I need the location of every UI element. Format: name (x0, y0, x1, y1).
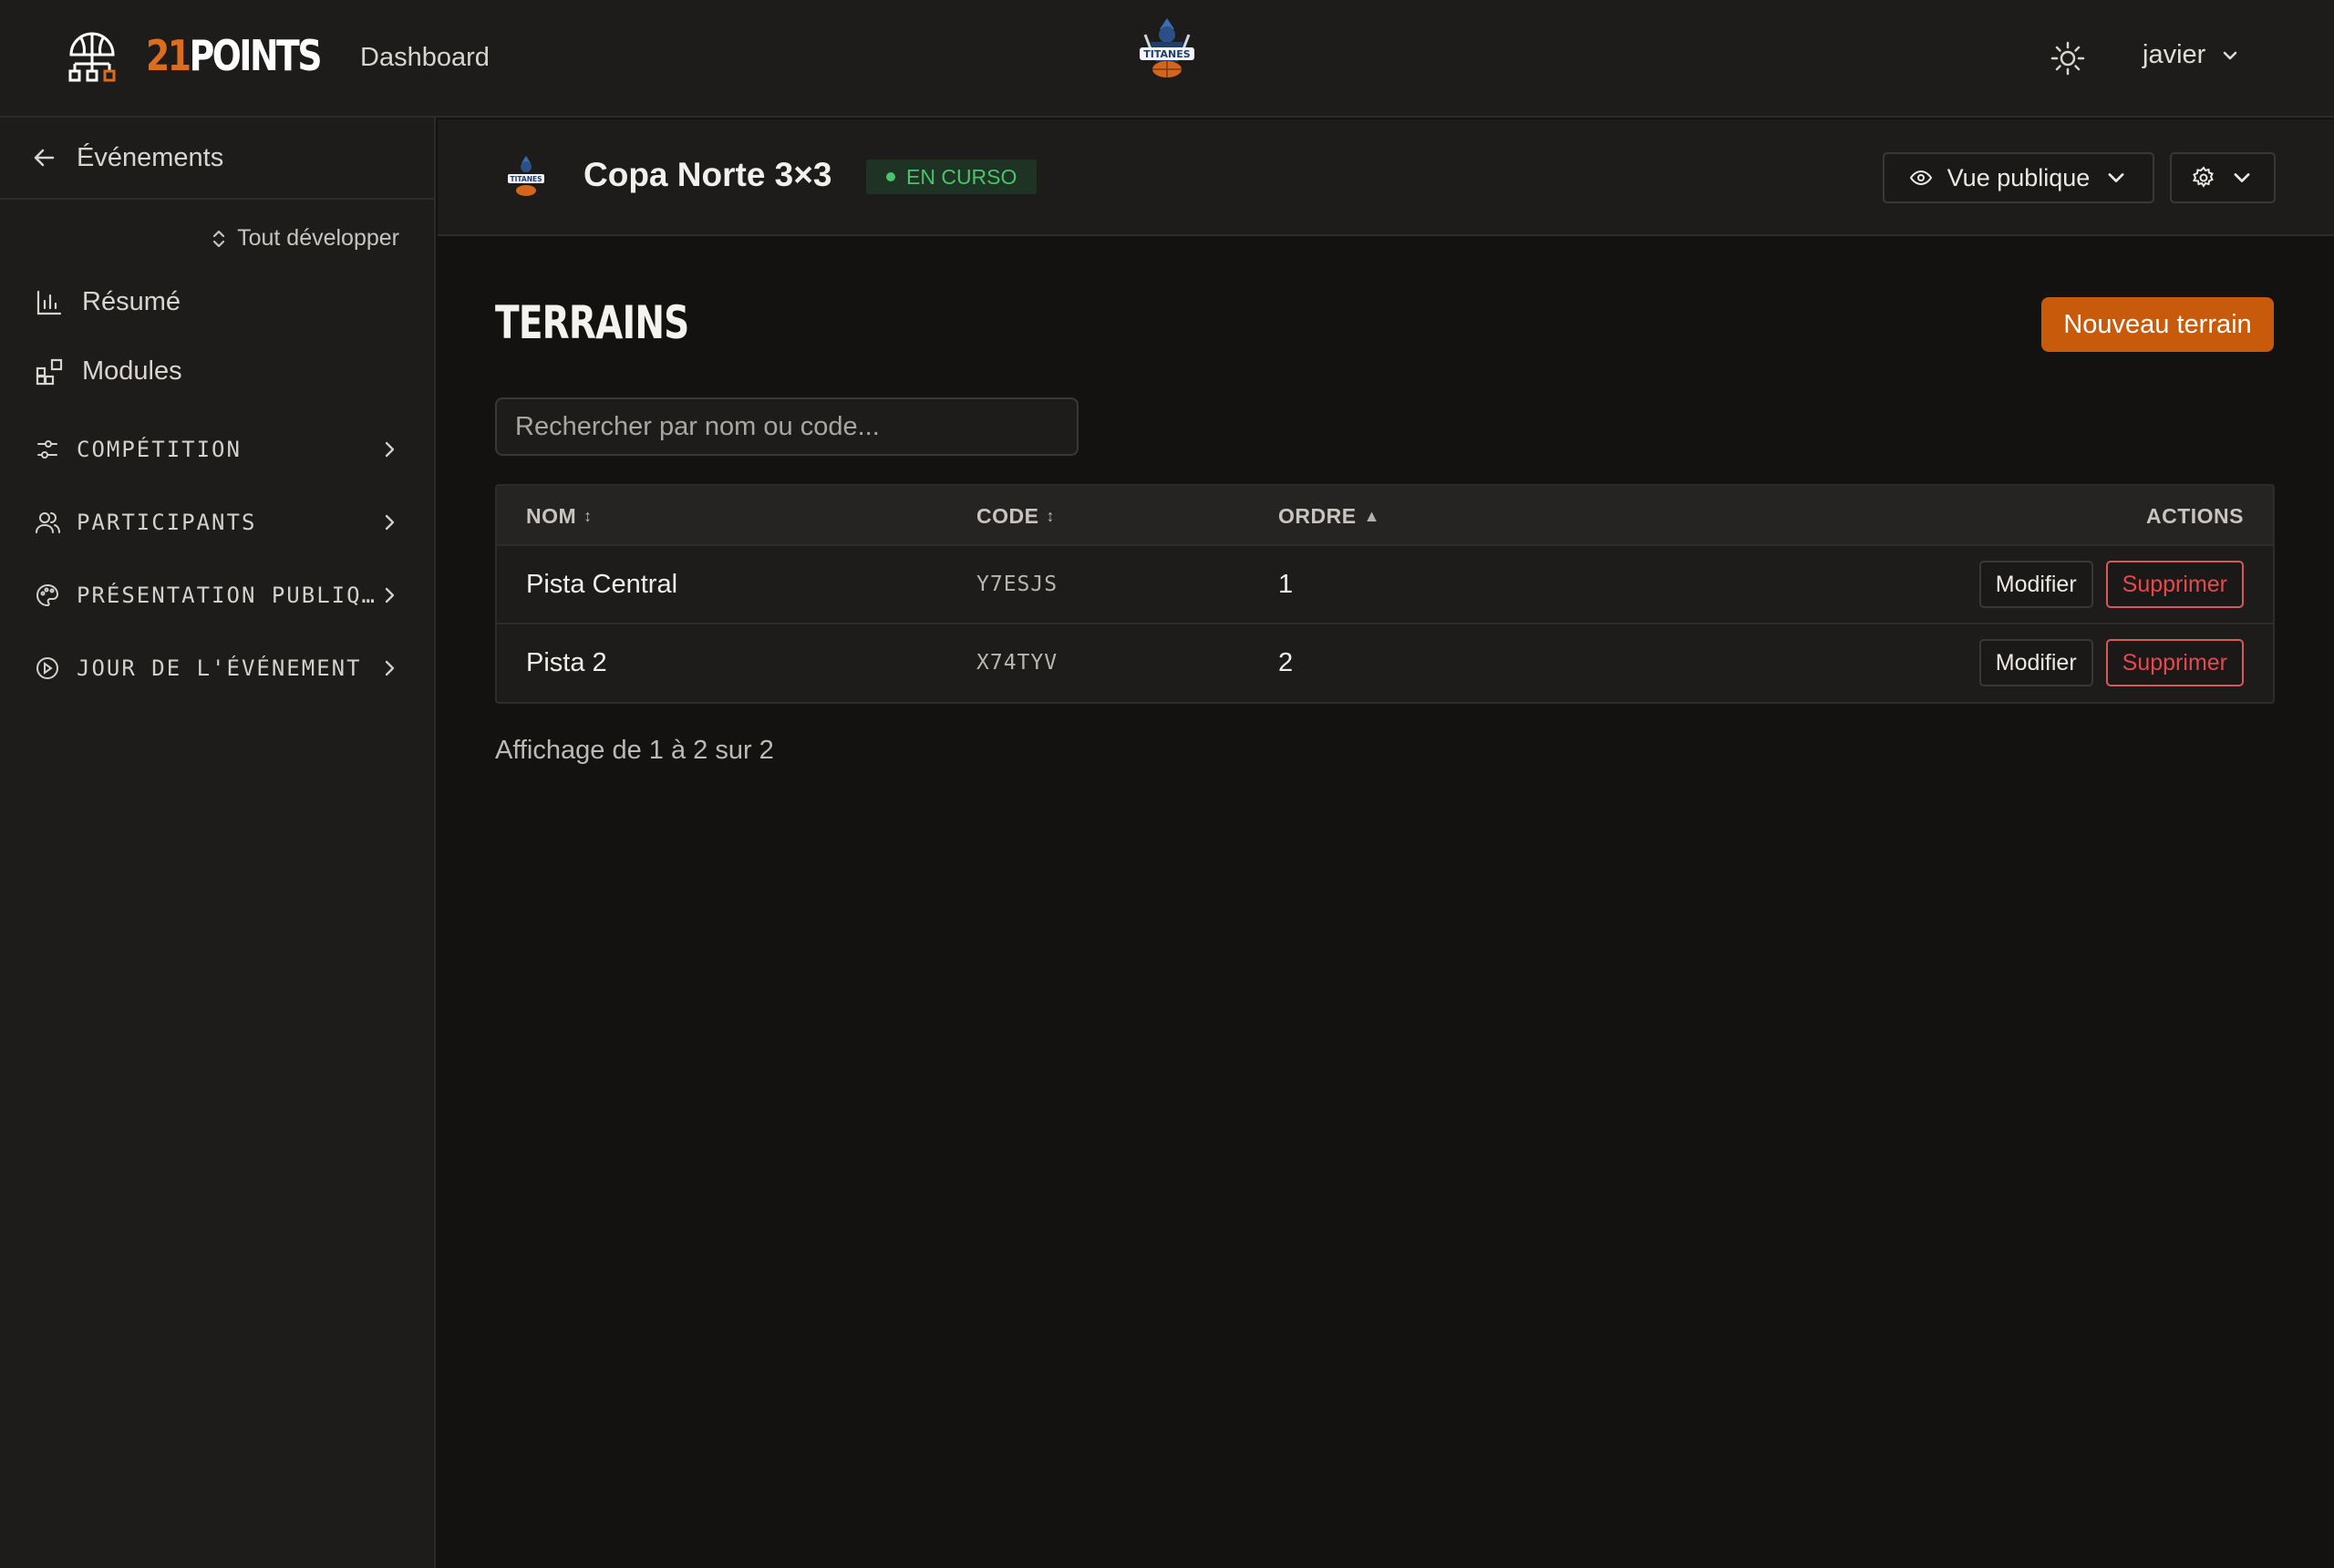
chevron-right-icon (385, 587, 395, 603)
bar-chart-icon (36, 290, 62, 315)
sidebar-item-modules[interactable]: Modules (35, 356, 182, 387)
sidebar-group-label: PRÉSENTATION PUBLIQ… (77, 583, 377, 608)
sidebar-item-label: Résumé (82, 287, 181, 316)
column-header-code[interactable]: CODE ↕ (976, 504, 1055, 529)
edit-button[interactable]: Modifier (1978, 561, 2093, 608)
table-header: NOM ↕ CODE ↕ ORDRE ▲ ACTIONS (497, 486, 2273, 546)
terrains-table: NOM ↕ CODE ↕ ORDRE ▲ ACTIONS Pista Centr… (495, 484, 2275, 704)
row-actions: Modifier Supprimer (1978, 561, 2244, 608)
top-bar: 21POINTS Dashboard TITANES javier (0, 0, 2334, 118)
back-link-label: Événements (77, 142, 224, 172)
column-header-name[interactable]: NOM ↕ (526, 504, 593, 529)
users-icon (36, 512, 60, 533)
cell-name: Pista Central (526, 570, 678, 599)
sort-asc-icon: ▲ (1363, 507, 1380, 525)
arrow-left-icon (34, 149, 55, 167)
public-view-label: Vue publique (1947, 163, 2091, 191)
sidebar-group-participants[interactable]: PARTICIPANTS (35, 510, 399, 535)
column-header-order[interactable]: ORDRE ▲ (1278, 504, 1380, 529)
brand-name: 21POINTS (146, 31, 322, 80)
sidebar-item-label: Modules (82, 356, 182, 386)
grid-icon (36, 358, 63, 385)
sidebar-group-competition[interactable]: COMPÉTITION (35, 437, 399, 462)
delete-button[interactable]: Supprimer (2105, 639, 2244, 686)
cell-order: 2 (1278, 648, 1294, 677)
expand-all-label: Tout développer (237, 225, 399, 251)
cell-code: X74TYV (976, 651, 1059, 675)
event-header: TITANES Copa Norte 3×3 EN CURSO Vue publ… (438, 119, 2334, 236)
svg-text:TITANES: TITANES (510, 175, 542, 183)
sliders-icon (37, 440, 57, 459)
cell-name: Pista 2 (526, 648, 607, 677)
svg-text:TITANES: TITANES (1143, 48, 1190, 60)
brand-logo[interactable]: 21POINTS (64, 27, 358, 84)
cell-code: Y7ESJS (976, 573, 1059, 596)
sidebar-item-resume[interactable]: Résumé (35, 287, 181, 317)
search-input[interactable] (495, 397, 1079, 456)
new-terrain-button[interactable]: Nouveau terrain (2041, 297, 2274, 352)
settings-menu-button[interactable] (2170, 152, 2276, 203)
chevron-down-icon (2234, 173, 2250, 182)
sort-icon: ↕ (1046, 507, 1055, 525)
table-row: Pista Central Y7ESJS 1 Modifier Supprime… (497, 546, 2273, 624)
status-badge: EN CURSO (866, 160, 1038, 194)
sidebar: Événements Tout développer Résumé Module… (0, 118, 436, 1568)
sidebar-group-public-presentation[interactable]: PRÉSENTATION PUBLIQ… (35, 583, 399, 608)
user-name: javier (2143, 40, 2206, 69)
chevrons-up-down-icon (212, 230, 225, 247)
eye-icon (1909, 170, 1932, 186)
chevron-right-icon (385, 441, 395, 458)
user-menu[interactable]: javier (2143, 40, 2240, 70)
sidebar-group-label: JOUR DE L'ÉVÉNEMENT (77, 655, 362, 681)
row-actions: Modifier Supprimer (1978, 639, 2244, 686)
gear-icon (2192, 166, 2214, 188)
status-label: EN CURSO (906, 164, 1017, 189)
status-dot (886, 172, 895, 181)
pagination-info: Affichage de 1 à 2 sur 2 (495, 736, 774, 765)
event-title: Copa Norte 3×3 (584, 156, 832, 193)
public-view-button[interactable]: Vue publique (1883, 152, 2154, 203)
sidebar-group-event-day[interactable]: JOUR DE L'ÉVÉNEMENT (35, 655, 399, 681)
chevron-down-icon (2108, 173, 2124, 182)
sun-icon[interactable] (2050, 40, 2086, 77)
sidebar-group-label: COMPÉTITION (77, 437, 242, 462)
play-circle-icon (36, 657, 58, 679)
page-title: TERRAINS (495, 296, 689, 349)
chevron-down-icon (2224, 51, 2237, 59)
edit-button[interactable]: Modifier (1978, 639, 2093, 686)
delete-button[interactable]: Supprimer (2105, 561, 2244, 608)
column-header-actions: ACTIONS (2146, 504, 2244, 528)
sidebar-group-label: PARTICIPANTS (77, 510, 257, 535)
cell-order: 1 (1278, 570, 1294, 599)
chevron-right-icon (385, 514, 395, 531)
back-to-events-link[interactable]: Événements (0, 118, 434, 200)
expand-all-button[interactable]: Tout développer (210, 225, 399, 252)
nav-dashboard-link[interactable]: Dashboard (360, 43, 490, 73)
event-logo: TITANES (508, 156, 544, 196)
sort-icon: ↕ (584, 507, 593, 525)
titanes-team-logo: TITANES (1140, 18, 1194, 77)
basketball-network-icon (68, 32, 116, 82)
table-row: Pista 2 X74TYV 2 Modifier Supprimer (497, 624, 2273, 702)
palette-icon (36, 583, 59, 607)
chevron-right-icon (385, 660, 395, 676)
